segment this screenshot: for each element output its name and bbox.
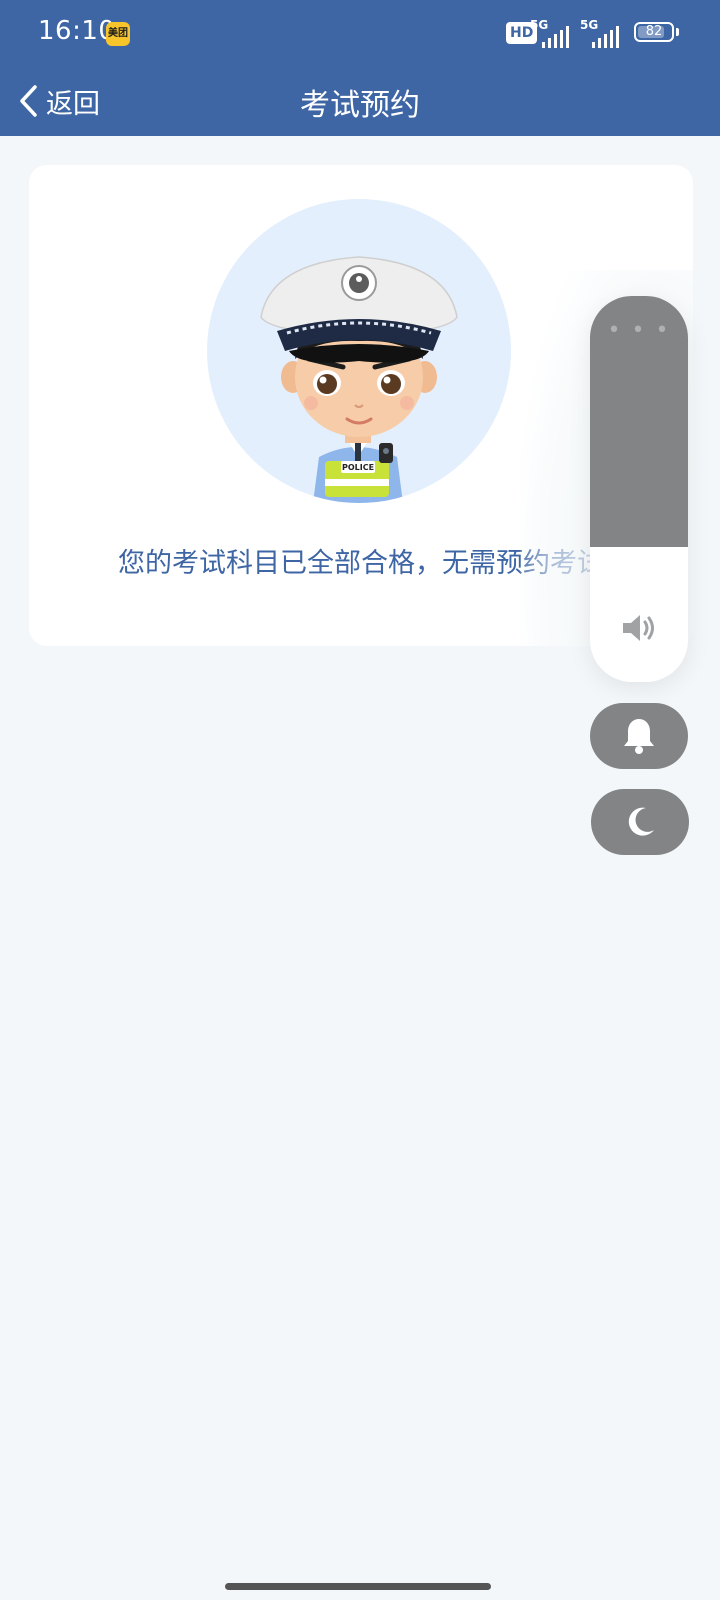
- battery-percentage: 82: [645, 24, 663, 39]
- moon-icon: [628, 807, 654, 836]
- speaker-icon: [623, 615, 654, 641]
- nav-bar: 返回 考试预约: [0, 66, 720, 136]
- meituan-notification-icon: 美团: [106, 22, 130, 46]
- volume-slider[interactable]: • • •: [590, 296, 688, 682]
- ring-mode-button[interactable]: [590, 703, 688, 769]
- status-bar: 16:10 美团 HD 5G 5G 82: [0, 0, 720, 66]
- police-officer-avatar: POLICE: [260, 256, 458, 503]
- home-indicator[interactable]: [225, 1583, 491, 1590]
- signal-bars-icon: [592, 26, 619, 48]
- page-title: 考试预约: [300, 88, 420, 123]
- more-options-icon[interactable]: • • •: [590, 320, 688, 342]
- police-badge-text: POLICE: [342, 463, 374, 472]
- do-not-disturb-button[interactable]: [591, 789, 689, 855]
- bell-icon: [624, 719, 654, 754]
- police-illustration: POLICE: [207, 199, 511, 503]
- app-header: 16:10 美团 HD 5G 5G 82 返回 考试预约: [0, 0, 720, 136]
- battery-icon: 82: [634, 22, 674, 42]
- status-time: 16:10: [38, 16, 116, 46]
- battery-tip: [676, 28, 679, 36]
- signal-bars-icon: [542, 26, 569, 48]
